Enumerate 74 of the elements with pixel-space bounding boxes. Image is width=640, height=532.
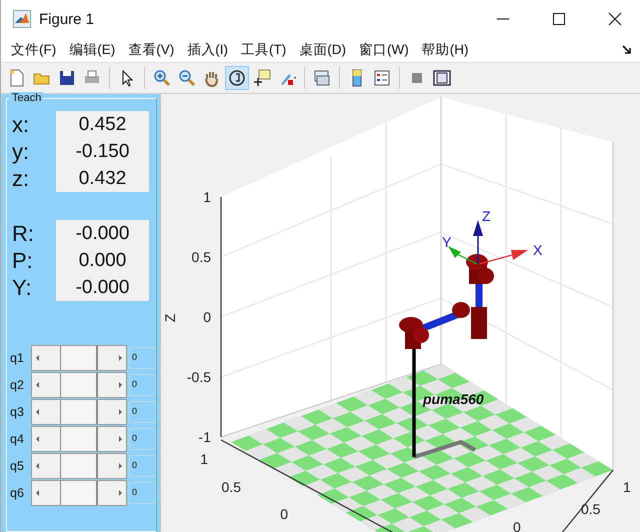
- angle-value: -0.000: [56, 220, 149, 247]
- z-axis-label: Z: [162, 314, 178, 322]
- y-tick-label: 0: [280, 506, 288, 522]
- joint-value-field[interactable]: 0: [128, 428, 156, 450]
- maximize-icon[interactable]: [552, 12, 566, 26]
- joint-label: q2: [9, 378, 25, 392]
- y-tick-label: 0.5: [222, 479, 241, 495]
- x-tick-label: 0.5: [581, 501, 600, 517]
- z-tick-label: 0.5: [192, 249, 211, 265]
- joint-slider[interactable]: [31, 452, 127, 478]
- window-icon: [432, 68, 452, 88]
- frame-axis-label: Y: [442, 234, 452, 250]
- menu-item[interactable]: 桌面(D): [299, 41, 346, 59]
- joint-label: q5: [9, 458, 25, 472]
- joint-value-field[interactable]: 0: [128, 482, 156, 504]
- slider-thumb[interactable]: [60, 400, 98, 424]
- angle-value: 0.000: [56, 247, 149, 274]
- menu-item[interactable]: 帮助(H): [422, 41, 468, 59]
- menu-item[interactable]: 文件(F): [11, 41, 56, 59]
- frame-axis-label: Z: [482, 208, 491, 224]
- slider-thumb[interactable]: [60, 454, 98, 478]
- menu-item[interactable]: 工具(T): [241, 41, 286, 59]
- slider-thumb[interactable]: [60, 480, 98, 504]
- slider-thumb[interactable]: [60, 372, 98, 396]
- zoom-out-icon: [177, 68, 197, 88]
- joint-slider[interactable]: [31, 344, 127, 370]
- x-tick-label: 1: [623, 479, 631, 495]
- coordinate-value: 0.452: [56, 111, 149, 138]
- joint-slider[interactable]: [31, 426, 127, 452]
- menu-item[interactable]: 插入(I): [187, 41, 228, 59]
- coordinate-label: z:: [11, 166, 30, 192]
- joint-value-field[interactable]: 0: [128, 374, 156, 396]
- menu-item[interactable]: 编辑(E): [69, 41, 116, 59]
- joint-label: q1: [9, 350, 25, 364]
- angle-label: P:: [11, 248, 34, 274]
- group-title: Teach: [10, 92, 44, 104]
- window-title: Figure 1: [39, 10, 94, 28]
- close-icon[interactable]: [608, 12, 622, 26]
- zoom-in-icon: [152, 68, 172, 88]
- joint-value-field[interactable]: 0: [128, 400, 156, 422]
- windows-icon: [312, 68, 332, 88]
- z-tick-label: 1: [203, 189, 211, 205]
- x-tick-label: 0: [513, 519, 521, 532]
- rotate-icon: [227, 68, 247, 88]
- frame-axis-label: X: [533, 242, 542, 258]
- angle-label: R:: [11, 220, 35, 246]
- y-tick-label: 1: [200, 451, 208, 467]
- slider-thumb[interactable]: [60, 426, 98, 450]
- coordinate-label: x:: [11, 112, 30, 138]
- angle-label: Y:: [11, 274, 33, 300]
- joint-slider[interactable]: [31, 398, 127, 424]
- coordinate-value: 0.432: [56, 165, 149, 192]
- z-tick-label: -1: [198, 429, 211, 445]
- joint-slider[interactable]: [31, 480, 127, 506]
- joint-value-field[interactable]: 0: [128, 454, 156, 476]
- z-tick-label: -0.5: [186, 369, 211, 385]
- joint-value-field[interactable]: 0: [128, 346, 156, 368]
- data-cursor-icon: [252, 68, 272, 88]
- joint-label: q6: [9, 486, 25, 500]
- z-tick-label: 0: [203, 309, 211, 325]
- slider-thumb[interactable]: [60, 346, 98, 370]
- robot-name-label: puma560: [423, 391, 484, 407]
- joint-slider[interactable]: [31, 372, 127, 398]
- menu-item[interactable]: 窗口(W): [359, 41, 409, 59]
- angle-value: -0.000: [56, 274, 149, 301]
- dock-arrow-icon[interactable]: [622, 45, 632, 55]
- rotate-button[interactable]: [225, 66, 249, 90]
- joint-label: q4: [9, 432, 25, 446]
- joint-label: q3: [9, 404, 25, 418]
- menu-item[interactable]: 查看(V): [128, 41, 174, 59]
- legend-icon: [372, 68, 392, 88]
- coordinate-label: y:: [11, 138, 30, 164]
- app-logo-icon: [13, 10, 31, 28]
- coordinate-value: -0.150: [56, 138, 149, 165]
